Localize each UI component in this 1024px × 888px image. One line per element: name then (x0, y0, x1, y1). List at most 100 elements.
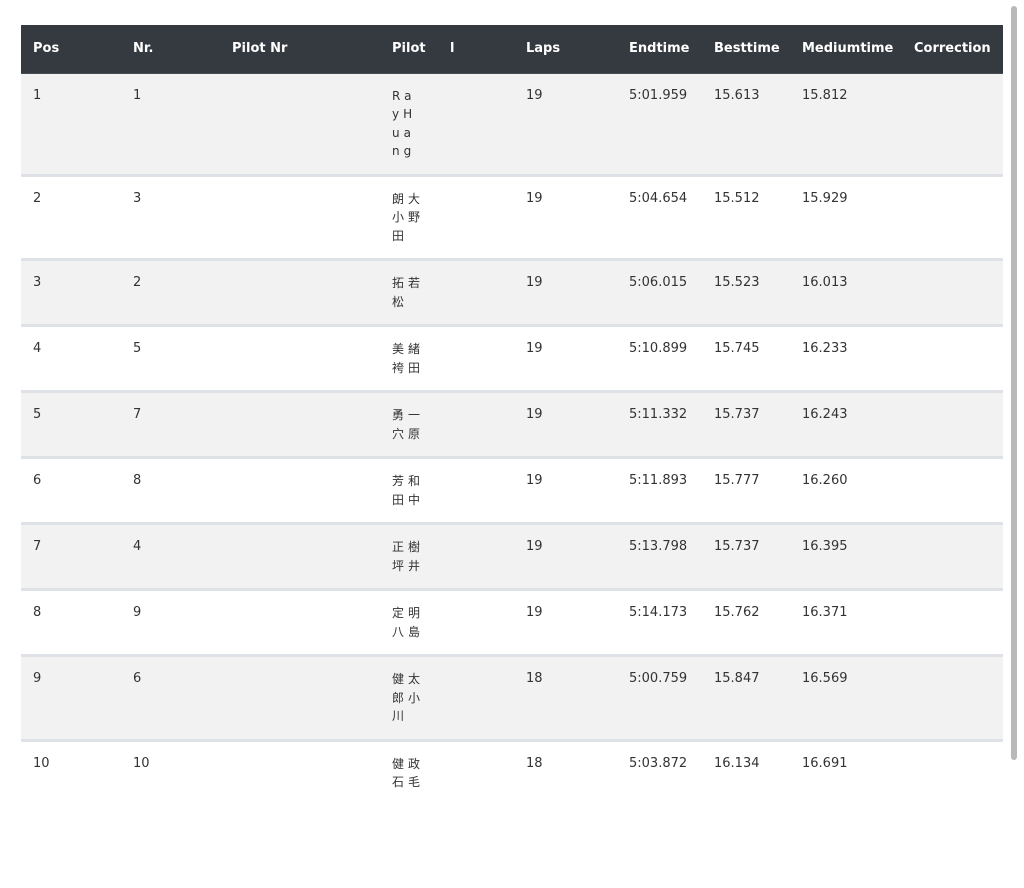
cell-nr: 9 (121, 588, 220, 656)
table-row: 9 6 健太郎小川 18 5:00.759 15.847 16.569 (21, 654, 1003, 740)
cell-besttime: 15.777 (702, 456, 790, 524)
cell-correction (902, 324, 1003, 392)
pilot-name: 勇一穴原 (392, 408, 425, 441)
cell-correction (902, 654, 1003, 740)
cell-besttime: 15.847 (702, 654, 790, 740)
cell-nr: 3 (121, 173, 220, 260)
cell-nr: 4 (121, 522, 220, 590)
cell-besttime: 16.134 (702, 738, 790, 805)
cell-besttime: 15.762 (702, 588, 790, 656)
cell-mediumtime: 16.260 (790, 456, 902, 524)
cell-pilot: 朗大小野田 (380, 173, 438, 260)
cell-correction (902, 522, 1003, 590)
cell-pos: 6 (21, 456, 121, 524)
cell-endtime: 5:03.872 (617, 738, 702, 805)
cell-endtime: 5:04.654 (617, 173, 702, 260)
cell-pilot: 美緒袴田 (380, 324, 438, 392)
cell-pos: 3 (21, 258, 121, 326)
cell-nr: 7 (121, 390, 220, 458)
header-pos[interactable]: Pos (21, 25, 121, 74)
pilot-name: 美緒袴田 (392, 342, 425, 375)
pilot-name: 拓若松 (392, 276, 425, 309)
cell-pilot: RayHuang (380, 73, 438, 175)
cell-endtime: 5:11.332 (617, 390, 702, 458)
pilot-name: 正樹坪井 (392, 540, 425, 573)
cell-mediumtime: 15.812 (802, 87, 848, 103)
header-endtime[interactable]: Endtime (617, 25, 702, 74)
cell-pilot-nr (220, 456, 380, 524)
cell-laps: 19 (514, 173, 617, 260)
cell-l (438, 522, 514, 590)
cell-l (438, 390, 514, 458)
table-row: 4 5 美緒袴田 19 5:10.899 15.745 16.233 (21, 324, 1003, 392)
cell-laps: 19 (514, 258, 617, 326)
cell-pos: 10 (21, 738, 121, 805)
cell-pilot-nr (220, 258, 380, 326)
pilot-name: 朗大小野田 (392, 191, 425, 243)
cell-endtime: 5:10.899 (617, 324, 702, 392)
pilot-name: 定明八島 (392, 606, 425, 639)
cell-pilot-nr (220, 390, 380, 458)
cell-pilot-nr (220, 522, 380, 590)
cell-laps: 19 (514, 390, 617, 458)
cell-pos: 8 (21, 588, 121, 656)
cell-endtime: 5:11.893 (617, 456, 702, 524)
cell-correction (902, 588, 1003, 656)
cell-pilot: 拓若松 (380, 258, 438, 326)
cell-nr: 10 (121, 738, 220, 805)
table-row: 3 2 拓若松 19 5:06.015 15.523 16.013 (21, 258, 1003, 326)
cell-l (438, 738, 514, 805)
results-page: Pos Nr. Pilot Nr Pilot l Laps Endtime Be… (0, 0, 1024, 888)
cell-correction (902, 738, 1003, 805)
cell-nr: 8 (121, 456, 220, 524)
cell-pilot-nr (220, 73, 380, 175)
table-row: 2 3 朗大小野田 19 5:04.654 15.512 15.929 (21, 173, 1003, 260)
table-row: 5 7 勇一穴原 19 5:11.332 15.737 16.243 (21, 390, 1003, 458)
header-l[interactable]: l (438, 25, 514, 74)
cell-l (438, 173, 514, 260)
cell-nr: 2 (121, 258, 220, 326)
cell-pilot: 健太郎小川 (380, 654, 438, 740)
cell-pilot-nr (220, 654, 380, 740)
header-laps[interactable]: Laps (514, 25, 617, 74)
cell-endtime: 5:14.173 (617, 588, 702, 656)
cell-correction (902, 456, 1003, 524)
cell-pos: 4 (21, 324, 121, 392)
cell-l (438, 588, 514, 656)
cell-pos: 7 (21, 522, 121, 590)
cell-pos: 2 (21, 173, 121, 260)
table-row: 6 8 芳和田中 19 5:11.893 15.777 16.260 (21, 456, 1003, 524)
cell-laps: 19 (526, 87, 543, 103)
header-correction[interactable]: Correction (902, 25, 1003, 74)
header-besttime[interactable]: Besttime (702, 25, 790, 74)
cell-mediumtime: 16.395 (790, 522, 902, 590)
cell-mediumtime: 16.691 (790, 738, 902, 805)
cell-endtime: 5:13.798 (617, 522, 702, 590)
cell-l (438, 324, 514, 392)
cell-l (438, 258, 514, 326)
table-row: 10 10 健政石毛 18 5:03.872 16.134 16.691 (21, 738, 1003, 805)
cell-laps: 18 (514, 654, 617, 740)
cell-laps: 19 (514, 324, 617, 392)
header-mediumtime[interactable]: Mediumtime (790, 25, 902, 74)
cell-besttime: 15.745 (702, 324, 790, 392)
cell-mediumtime: 16.371 (790, 588, 902, 656)
table-body: 1 1 RayHuang 19 5:01.959 15.613 15.812 2… (21, 73, 1003, 805)
cell-mediumtime: 16.569 (790, 654, 902, 740)
cell-pilot-nr (220, 173, 380, 260)
cell-nr: 1 (133, 87, 142, 103)
race-results-table: Pos Nr. Pilot Nr Pilot l Laps Endtime Be… (21, 25, 1003, 805)
cell-l (438, 73, 514, 175)
header-row: Pos Nr. Pilot Nr Pilot l Laps Endtime Be… (21, 25, 1003, 74)
cell-correction (902, 173, 1003, 260)
cell-correction (902, 258, 1003, 326)
cell-besttime: 15.737 (702, 390, 790, 458)
cell-pilot: 芳和田中 (380, 456, 438, 524)
cell-besttime: 15.523 (702, 258, 790, 326)
table-row: 8 9 定明八島 19 5:14.173 15.762 16.371 (21, 588, 1003, 656)
header-nr[interactable]: Nr. (121, 25, 220, 74)
header-pilot-nr[interactable]: Pilot Nr (220, 25, 380, 74)
vertical-scrollbar[interactable] (1011, 6, 1017, 760)
header-pilot[interactable]: Pilot (380, 25, 438, 74)
cell-correction (902, 390, 1003, 458)
